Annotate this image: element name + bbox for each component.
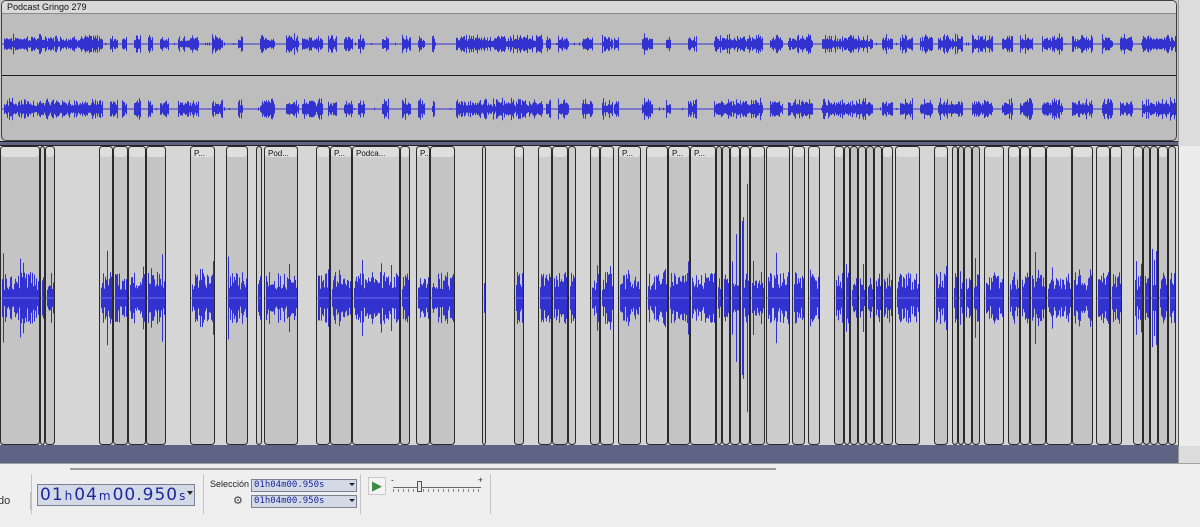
clip-label: P... xyxy=(194,149,205,158)
clip-title-bar[interactable] xyxy=(227,147,247,157)
mono-track: P... Pod... P... Podca... P... P... P... P... xyxy=(0,145,1178,445)
clip-title-bar[interactable] xyxy=(317,147,329,157)
clip-title-bar[interactable] xyxy=(100,147,112,157)
selection-label: Selección xyxy=(210,479,250,489)
clip-title-bar[interactable] xyxy=(591,147,599,157)
selection-start-field[interactable]: 01h04m00.950s xyxy=(251,479,357,492)
clip-title-bar[interactable] xyxy=(539,147,551,157)
slider-ticks xyxy=(393,489,481,492)
clip-label: Pod... xyxy=(268,149,289,158)
clip-title-bar[interactable] xyxy=(129,147,145,157)
clip-title-bar[interactable] xyxy=(647,147,667,157)
clip-title-bar[interactable] xyxy=(114,147,127,157)
seconds-digits: 00.950 xyxy=(112,485,179,505)
snap-to-dropdown[interactable]: do xyxy=(0,492,31,510)
seconds-unit: s xyxy=(179,489,186,503)
clip-title-bar[interactable]: Podcast Gringo 279 xyxy=(2,1,1176,14)
clip-title-bar[interactable] xyxy=(985,147,1003,157)
clip-label: Podca... xyxy=(356,149,385,158)
audio-position-field[interactable]: 01h 04m 00.950s xyxy=(37,484,195,506)
clip-title: Podcast Gringo 279 xyxy=(7,2,87,12)
selection-end-value: 01h04m00.950s xyxy=(254,496,325,506)
clip-title-bar[interactable] xyxy=(431,147,454,157)
slider-max-label: + xyxy=(477,475,483,485)
format-dropdown-icon[interactable] xyxy=(187,491,193,495)
slider-min-label: - xyxy=(391,475,394,485)
clip-title-bar[interactable] xyxy=(1111,147,1121,157)
clip-title-bar[interactable] xyxy=(553,147,567,157)
snap-dropdown-edge xyxy=(20,492,31,510)
clip-title-bar[interactable] xyxy=(793,147,804,157)
clip-title-bar[interactable] xyxy=(896,147,919,157)
toolbar-separator xyxy=(360,474,361,514)
slider-track xyxy=(393,487,481,488)
clip-title-bar[interactable] xyxy=(731,147,739,157)
clip-title-bar[interactable] xyxy=(835,147,843,157)
play-at-speed-button[interactable]: ▶ xyxy=(368,477,386,495)
clip-title-bar[interactable] xyxy=(147,147,165,157)
clip-title-bar[interactable] xyxy=(46,147,54,157)
clip-label: P... xyxy=(694,149,705,158)
clips-canvas[interactable]: P... Pod... P... Podca... P... P... P... P... xyxy=(0,146,1178,446)
clip-title-bar[interactable] xyxy=(1,147,39,157)
toolbar-separator xyxy=(490,474,491,514)
clip-title-bar[interactable] xyxy=(1097,147,1109,157)
minutes-unit: m xyxy=(98,489,111,503)
toolbar-separator xyxy=(203,474,204,514)
clip-title-bar[interactable] xyxy=(1047,147,1071,157)
hours-unit: h xyxy=(64,489,73,503)
vertical-ruler-bottom xyxy=(1178,146,1200,446)
clip-title-bar[interactable] xyxy=(809,147,819,157)
clip-label: P... xyxy=(672,149,683,158)
clip-title-bar[interactable] xyxy=(751,147,764,157)
clip-title-bar[interactable] xyxy=(767,147,789,157)
minutes-digits: 04 xyxy=(74,485,98,505)
clip-title-bar[interactable] xyxy=(1073,147,1092,157)
clip-title-bar[interactable] xyxy=(1134,147,1142,157)
horizontal-scrollbar[interactable] xyxy=(70,468,776,470)
chevron-down-icon[interactable] xyxy=(349,483,355,486)
snap-label: do xyxy=(0,495,11,507)
toolbar-separator xyxy=(31,474,32,514)
clip-title-bar[interactable] xyxy=(1159,147,1167,157)
slider-thumb[interactable] xyxy=(417,481,423,492)
clip-title-bar[interactable] xyxy=(741,147,749,157)
waveform-left-channel[interactable] xyxy=(2,14,1177,75)
clip-title-bar[interactable] xyxy=(515,147,523,157)
clip-label: P... xyxy=(334,149,345,158)
chevron-down-icon[interactable] xyxy=(349,499,355,502)
waveform-right-channel[interactable] xyxy=(2,76,1177,141)
clip-title-bar[interactable] xyxy=(935,147,947,157)
clip-title-bar[interactable] xyxy=(601,147,613,157)
clip-title-bar[interactable] xyxy=(1009,147,1019,157)
gear-icon[interactable]: ⚙ xyxy=(233,495,243,507)
clip-title-bar[interactable] xyxy=(1021,147,1029,157)
clip-title-bar[interactable] xyxy=(883,147,892,157)
audio-clip-podcast[interactable]: Podcast Gringo 279 xyxy=(1,0,1177,141)
clip-title-bar[interactable] xyxy=(1031,147,1045,157)
clip-title-bar[interactable] xyxy=(401,147,409,157)
clip-label: P... xyxy=(622,149,633,158)
selection-start-value: 01h04m00.950s xyxy=(254,480,325,490)
playback-speed-slider[interactable]: - + xyxy=(391,475,487,494)
stereo-track: Podcast Gringo 279 xyxy=(0,0,1178,142)
clip-label: P... xyxy=(420,149,431,158)
hours-digits: 01 xyxy=(40,485,64,505)
selection-end-field[interactable]: 01h04m00.950s xyxy=(251,495,357,508)
play-icon: ▶ xyxy=(372,478,382,493)
